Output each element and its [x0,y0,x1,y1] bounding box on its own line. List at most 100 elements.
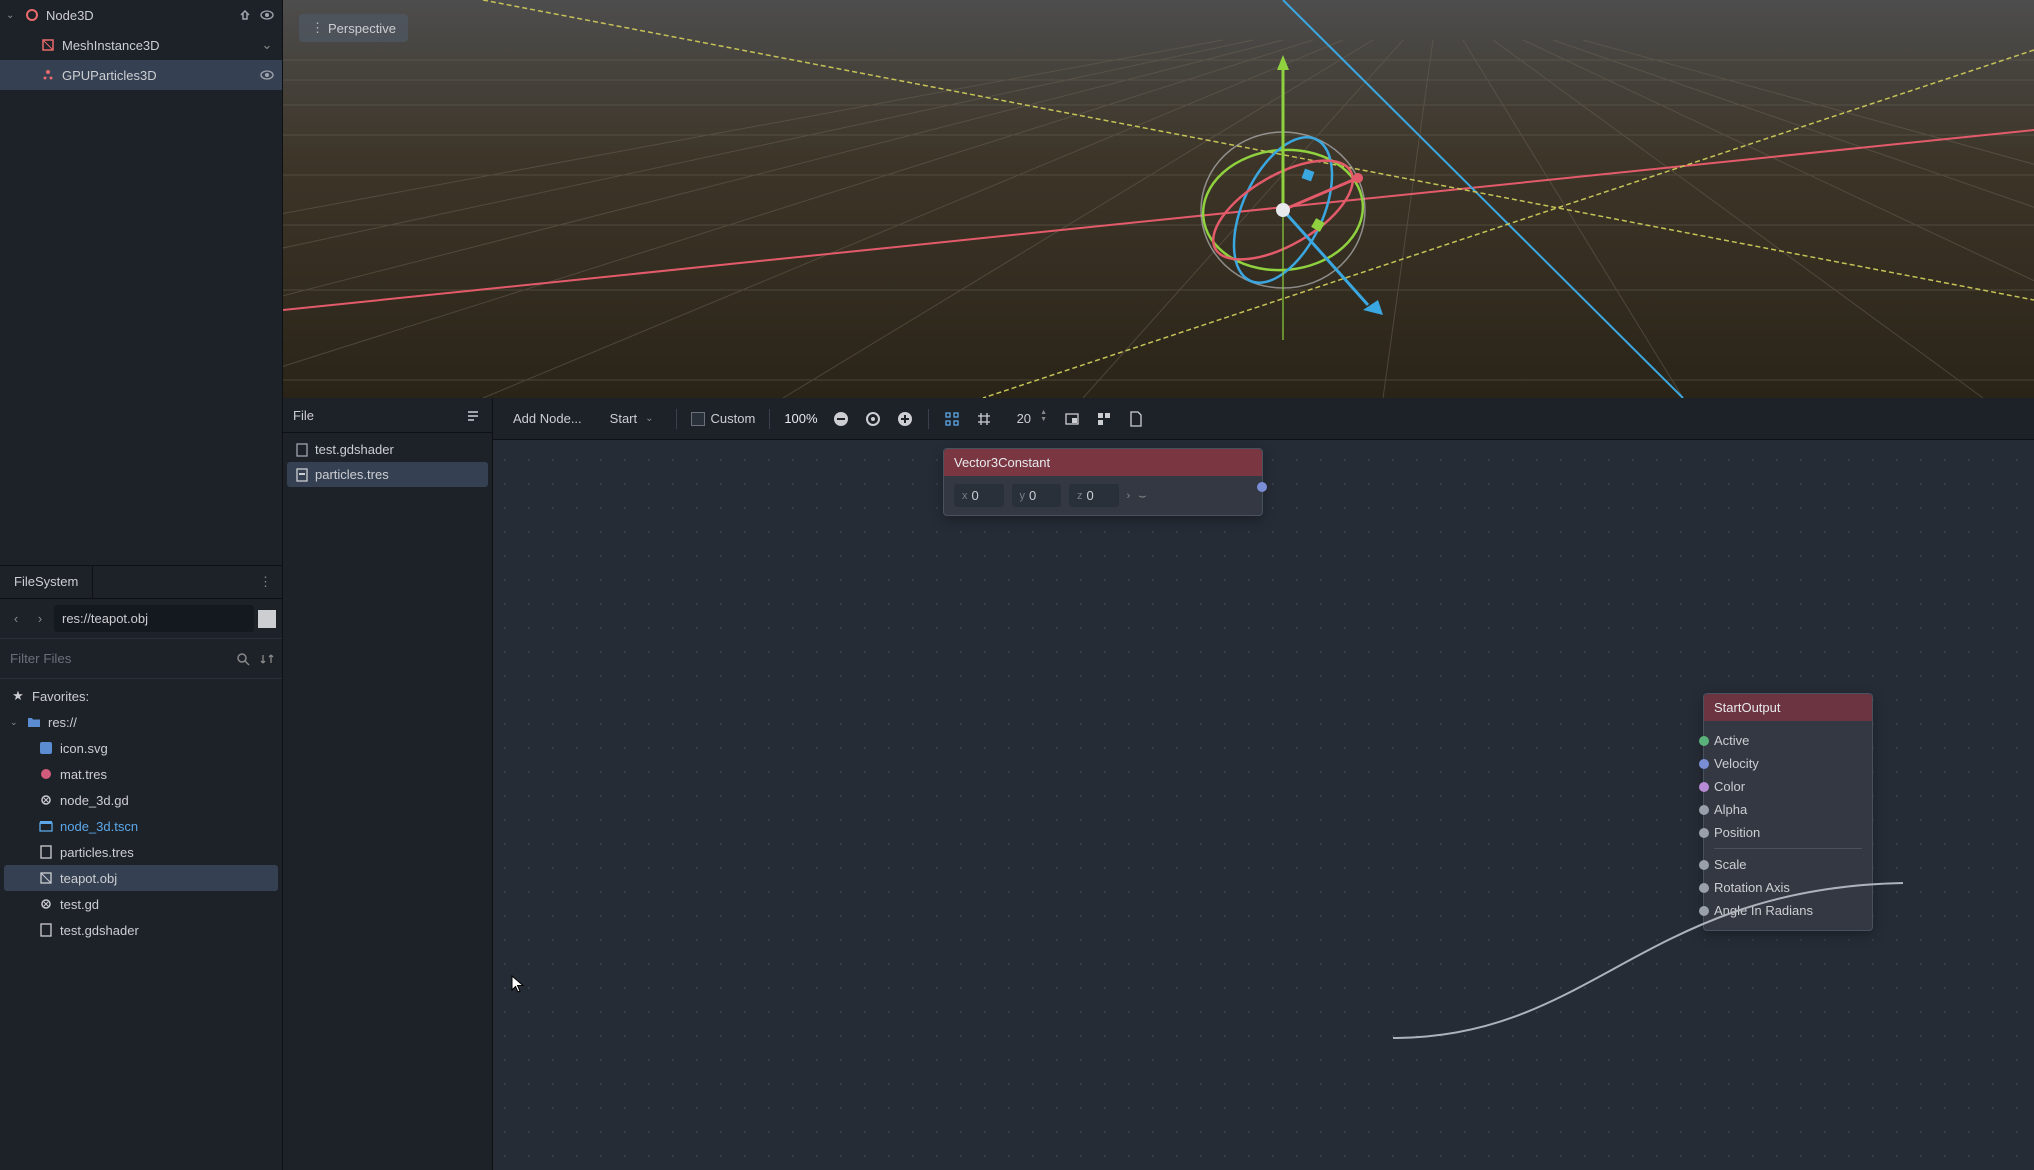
file-row[interactable]: node_3d.gd [4,787,278,813]
scene-tree-panel: ⌄ Node3D MeshInstance3D ⌄ GPUParticles3D [0,0,283,565]
file-row[interactable]: icon.svg [4,735,278,761]
file-row[interactable]: node_3d.tscn [4,813,278,839]
input-port[interactable] [1699,759,1709,769]
snap-value-input[interactable]: 20 ▲▼ [1007,409,1049,428]
zoom-in-button[interactable] [896,410,914,428]
viewport-3d[interactable]: ⋮ Perspective [283,0,2034,398]
node-title[interactable]: Vector3Constant [944,449,1262,476]
link-icon[interactable]: ⌣ [1138,488,1147,504]
visual-shader-graph[interactable]: Add Node... Start ⌄ Custom 100% 20 ▲▼ [493,398,2034,1170]
scene-link-icon[interactable] [236,6,254,24]
arrange-button[interactable] [1095,410,1113,428]
file-item[interactable]: test.gdshader [287,437,488,462]
visibility-icon[interactable] [258,66,276,84]
viewport-grid [283,0,2034,398]
cursor-icon [511,975,525,993]
port-row: Active [1714,729,1862,752]
chevron-down-icon: ⌄ [645,413,653,424]
vec3-z-input[interactable]: z0 [1069,484,1119,507]
custom-checkbox[interactable]: Custom [691,411,756,426]
transform-gizmo [1198,55,1383,340]
visibility-icon[interactable] [258,6,276,24]
nav-back-button[interactable]: ‹ [6,611,26,626]
filesystem-tab[interactable]: FileSystem [0,566,93,598]
panel-menu-icon[interactable] [464,406,482,424]
file-row[interactable]: particles.tres [4,839,278,865]
node-label: Node3D [46,8,230,23]
chevron-down-icon[interactable]: ⌄ [10,717,20,728]
file-row[interactable]: test.gdshader [4,917,278,943]
chevron-down-icon[interactable]: ⌄ [258,36,276,54]
perspective-label: Perspective [328,21,396,36]
file-row[interactable]: mat.tres [4,761,278,787]
snap-toggle-button[interactable] [943,410,961,428]
node-title[interactable]: StartOutput [1704,694,1872,721]
scene-tree-item-mesh[interactable]: MeshInstance3D ⌄ [0,30,282,60]
mode-dropdown[interactable]: Start ⌄ [602,407,662,430]
file-item-label: test.gdshader [315,442,394,457]
shader-file-icon [295,443,309,457]
material-file-icon [38,766,54,782]
file-row[interactable]: test.gd [4,891,278,917]
input-port[interactable] [1699,805,1709,815]
search-icon[interactable] [234,650,252,668]
filesystem-dock: FileSystem ⋮ ‹ › res://teapot.obj ★ Favo… [0,565,283,1170]
folder-icon [26,714,42,730]
mesh-instance-icon [40,37,56,53]
input-port[interactable] [1699,736,1709,746]
grid-snap-button[interactable] [975,410,993,428]
port-row: Color [1714,775,1862,798]
filter-files-input[interactable] [6,645,228,672]
port-row: Alpha [1714,798,1862,821]
star-icon: ★ [10,688,26,704]
script-file-icon [38,792,54,808]
file-row[interactable]: teapot.obj [4,865,278,891]
add-node-button[interactable]: Add Node... [507,407,588,430]
resource-file-icon [295,468,309,482]
vec3-x-input[interactable]: x0 [954,484,1004,507]
input-port[interactable] [1699,828,1709,838]
output-port[interactable] [1257,482,1267,492]
image-file-icon [38,740,54,756]
resource-file-icon [38,844,54,860]
input-port[interactable] [1699,883,1709,893]
node-label: MeshInstance3D [62,38,252,53]
menu-dots-icon: ⋮ [311,20,322,36]
port-row: Velocity [1714,752,1862,775]
input-port[interactable] [1699,782,1709,792]
expand-icon[interactable]: ⌄ [6,10,18,21]
zoom-level: 100% [784,411,817,426]
zoom-reset-button[interactable] [864,410,882,428]
res-root-folder[interactable]: ⌄ res:// [4,709,278,735]
scene-file-icon [38,818,54,834]
spinner-up-icon[interactable]: ▲ [1040,409,1047,416]
file-panel-title: File [293,408,314,423]
graph-node-vector3constant[interactable]: Vector3Constant x0 y0 z0 › ⌣ [943,448,1263,516]
bottom-dock: File test.gdshader particles.tres Add No… [283,398,2034,1170]
scene-tree-item-particles[interactable]: GPUParticles3D [0,60,282,90]
nav-forward-button[interactable]: › [30,611,50,626]
shader-file-icon [38,922,54,938]
file-item[interactable]: particles.tres [287,462,488,487]
sort-icon[interactable] [258,650,276,668]
vec3-y-input[interactable]: y0 [1012,484,1062,507]
dock-menu-icon[interactable]: ⋮ [249,566,282,598]
graph-toolbar: Add Node... Start ⌄ Custom 100% 20 ▲▼ [493,398,2034,440]
path-toggle-button[interactable] [258,610,276,628]
favorites-header[interactable]: ★ Favorites: [4,683,278,709]
spinner-down-icon[interactable]: ▼ [1040,416,1047,423]
graph-node-startoutput[interactable]: StartOutput Active Velocity Color Alpha … [1703,693,1873,931]
node-label: GPUParticles3D [62,68,252,83]
expand-icon[interactable]: › [1127,490,1131,502]
node3d-icon [24,7,40,23]
scene-tree-root[interactable]: ⌄ Node3D [0,0,282,30]
input-port[interactable] [1699,906,1709,916]
zoom-out-button[interactable] [832,410,850,428]
minimap-toggle-button[interactable] [1063,410,1081,428]
port-row: Angle In Radians [1714,899,1862,922]
file-button[interactable] [1127,410,1145,428]
perspective-toggle[interactable]: ⋮ Perspective [299,14,408,42]
mesh-file-icon [38,870,54,886]
input-port[interactable] [1699,860,1709,870]
path-input[interactable]: res://teapot.obj [54,605,254,632]
